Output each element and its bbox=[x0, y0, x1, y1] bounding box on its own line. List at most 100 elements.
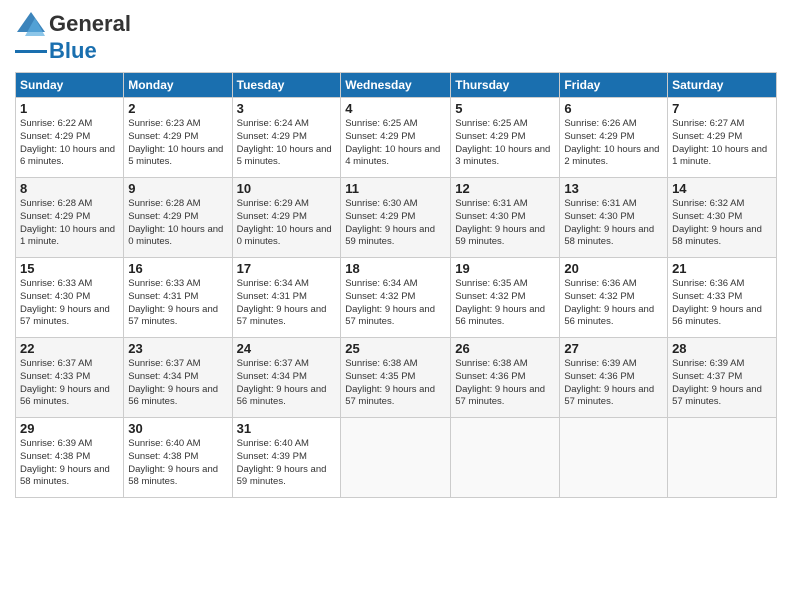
day-number: 11 bbox=[345, 181, 446, 196]
calendar-cell: 20 Sunrise: 6:36 AMSunset: 4:32 PMDaylig… bbox=[560, 258, 668, 338]
day-info: Sunrise: 6:31 AMSunset: 4:30 PMDaylight:… bbox=[564, 198, 654, 247]
day-number: 18 bbox=[345, 261, 446, 276]
calendar-header-row: SundayMondayTuesdayWednesdayThursdayFrid… bbox=[16, 73, 777, 98]
weekday-header: Sunday bbox=[16, 73, 124, 98]
day-number: 1 bbox=[20, 101, 119, 116]
calendar-cell: 25 Sunrise: 6:38 AMSunset: 4:35 PMDaylig… bbox=[341, 338, 451, 418]
day-info: Sunrise: 6:40 AMSunset: 4:39 PMDaylight:… bbox=[237, 438, 327, 487]
calendar-cell: 11 Sunrise: 6:30 AMSunset: 4:29 PMDaylig… bbox=[341, 178, 451, 258]
day-number: 4 bbox=[345, 101, 446, 116]
calendar-cell: 23 Sunrise: 6:37 AMSunset: 4:34 PMDaylig… bbox=[124, 338, 232, 418]
header: General Blue bbox=[15, 10, 777, 64]
calendar-week-row: 29 Sunrise: 6:39 AMSunset: 4:38 PMDaylig… bbox=[16, 418, 777, 498]
day-info: Sunrise: 6:34 AMSunset: 4:31 PMDaylight:… bbox=[237, 278, 327, 327]
day-number: 2 bbox=[128, 101, 227, 116]
day-number: 17 bbox=[237, 261, 337, 276]
day-number: 21 bbox=[672, 261, 772, 276]
day-info: Sunrise: 6:22 AMSunset: 4:29 PMDaylight:… bbox=[20, 118, 115, 167]
calendar-week-row: 15 Sunrise: 6:33 AMSunset: 4:30 PMDaylig… bbox=[16, 258, 777, 338]
calendar-cell: 16 Sunrise: 6:33 AMSunset: 4:31 PMDaylig… bbox=[124, 258, 232, 338]
weekday-header: Wednesday bbox=[341, 73, 451, 98]
calendar-cell: 4 Sunrise: 6:25 AMSunset: 4:29 PMDayligh… bbox=[341, 98, 451, 178]
calendar-cell: 22 Sunrise: 6:37 AMSunset: 4:33 PMDaylig… bbox=[16, 338, 124, 418]
calendar-cell: 19 Sunrise: 6:35 AMSunset: 4:32 PMDaylig… bbox=[451, 258, 560, 338]
calendar-cell: 1 Sunrise: 6:22 AMSunset: 4:29 PMDayligh… bbox=[16, 98, 124, 178]
day-info: Sunrise: 6:23 AMSunset: 4:29 PMDaylight:… bbox=[128, 118, 223, 167]
day-info: Sunrise: 6:33 AMSunset: 4:31 PMDaylight:… bbox=[128, 278, 218, 327]
day-info: Sunrise: 6:39 AMSunset: 4:37 PMDaylight:… bbox=[672, 358, 762, 407]
day-number: 9 bbox=[128, 181, 227, 196]
calendar-cell: 15 Sunrise: 6:33 AMSunset: 4:30 PMDaylig… bbox=[16, 258, 124, 338]
logo-general: General bbox=[49, 11, 131, 37]
day-number: 8 bbox=[20, 181, 119, 196]
day-info: Sunrise: 6:29 AMSunset: 4:29 PMDaylight:… bbox=[237, 198, 332, 247]
calendar-cell: 8 Sunrise: 6:28 AMSunset: 4:29 PMDayligh… bbox=[16, 178, 124, 258]
day-number: 19 bbox=[455, 261, 555, 276]
day-info: Sunrise: 6:25 AMSunset: 4:29 PMDaylight:… bbox=[455, 118, 550, 167]
calendar-cell: 18 Sunrise: 6:34 AMSunset: 4:32 PMDaylig… bbox=[341, 258, 451, 338]
weekday-header: Thursday bbox=[451, 73, 560, 98]
calendar-cell bbox=[668, 418, 777, 498]
calendar-cell bbox=[560, 418, 668, 498]
day-number: 5 bbox=[455, 101, 555, 116]
day-info: Sunrise: 6:30 AMSunset: 4:29 PMDaylight:… bbox=[345, 198, 435, 247]
calendar-cell bbox=[341, 418, 451, 498]
day-number: 14 bbox=[672, 181, 772, 196]
calendar-cell: 29 Sunrise: 6:39 AMSunset: 4:38 PMDaylig… bbox=[16, 418, 124, 498]
calendar-cell: 17 Sunrise: 6:34 AMSunset: 4:31 PMDaylig… bbox=[232, 258, 341, 338]
calendar-week-row: 8 Sunrise: 6:28 AMSunset: 4:29 PMDayligh… bbox=[16, 178, 777, 258]
calendar-cell: 26 Sunrise: 6:38 AMSunset: 4:36 PMDaylig… bbox=[451, 338, 560, 418]
calendar-cell: 31 Sunrise: 6:40 AMSunset: 4:39 PMDaylig… bbox=[232, 418, 341, 498]
day-number: 20 bbox=[564, 261, 663, 276]
day-info: Sunrise: 6:33 AMSunset: 4:30 PMDaylight:… bbox=[20, 278, 110, 327]
day-info: Sunrise: 6:40 AMSunset: 4:38 PMDaylight:… bbox=[128, 438, 218, 487]
day-number: 7 bbox=[672, 101, 772, 116]
calendar-cell: 6 Sunrise: 6:26 AMSunset: 4:29 PMDayligh… bbox=[560, 98, 668, 178]
day-info: Sunrise: 6:37 AMSunset: 4:34 PMDaylight:… bbox=[237, 358, 327, 407]
weekday-header: Friday bbox=[560, 73, 668, 98]
day-info: Sunrise: 6:32 AMSunset: 4:30 PMDaylight:… bbox=[672, 198, 762, 247]
day-number: 15 bbox=[20, 261, 119, 276]
day-info: Sunrise: 6:36 AMSunset: 4:33 PMDaylight:… bbox=[672, 278, 762, 327]
day-number: 12 bbox=[455, 181, 555, 196]
day-info: Sunrise: 6:31 AMSunset: 4:30 PMDaylight:… bbox=[455, 198, 545, 247]
calendar-cell: 9 Sunrise: 6:28 AMSunset: 4:29 PMDayligh… bbox=[124, 178, 232, 258]
calendar-week-row: 22 Sunrise: 6:37 AMSunset: 4:33 PMDaylig… bbox=[16, 338, 777, 418]
weekday-header: Saturday bbox=[668, 73, 777, 98]
day-number: 10 bbox=[237, 181, 337, 196]
weekday-header: Monday bbox=[124, 73, 232, 98]
day-number: 13 bbox=[564, 181, 663, 196]
calendar-cell: 7 Sunrise: 6:27 AMSunset: 4:29 PMDayligh… bbox=[668, 98, 777, 178]
day-info: Sunrise: 6:24 AMSunset: 4:29 PMDaylight:… bbox=[237, 118, 332, 167]
calendar-cell bbox=[451, 418, 560, 498]
day-info: Sunrise: 6:28 AMSunset: 4:29 PMDaylight:… bbox=[20, 198, 115, 247]
day-number: 27 bbox=[564, 341, 663, 356]
logo-icon bbox=[15, 10, 47, 38]
calendar-cell: 28 Sunrise: 6:39 AMSunset: 4:37 PMDaylig… bbox=[668, 338, 777, 418]
day-info: Sunrise: 6:26 AMSunset: 4:29 PMDaylight:… bbox=[564, 118, 659, 167]
calendar-cell: 27 Sunrise: 6:39 AMSunset: 4:36 PMDaylig… bbox=[560, 338, 668, 418]
day-info: Sunrise: 6:34 AMSunset: 4:32 PMDaylight:… bbox=[345, 278, 435, 327]
day-info: Sunrise: 6:38 AMSunset: 4:36 PMDaylight:… bbox=[455, 358, 545, 407]
day-info: Sunrise: 6:37 AMSunset: 4:34 PMDaylight:… bbox=[128, 358, 218, 407]
calendar-cell: 14 Sunrise: 6:32 AMSunset: 4:30 PMDaylig… bbox=[668, 178, 777, 258]
day-number: 29 bbox=[20, 421, 119, 436]
day-info: Sunrise: 6:28 AMSunset: 4:29 PMDaylight:… bbox=[128, 198, 223, 247]
calendar-cell: 21 Sunrise: 6:36 AMSunset: 4:33 PMDaylig… bbox=[668, 258, 777, 338]
day-info: Sunrise: 6:35 AMSunset: 4:32 PMDaylight:… bbox=[455, 278, 545, 327]
calendar-cell: 5 Sunrise: 6:25 AMSunset: 4:29 PMDayligh… bbox=[451, 98, 560, 178]
calendar-week-row: 1 Sunrise: 6:22 AMSunset: 4:29 PMDayligh… bbox=[16, 98, 777, 178]
logo: General Blue bbox=[15, 10, 131, 64]
day-info: Sunrise: 6:27 AMSunset: 4:29 PMDaylight:… bbox=[672, 118, 767, 167]
day-number: 24 bbox=[237, 341, 337, 356]
day-number: 30 bbox=[128, 421, 227, 436]
day-number: 25 bbox=[345, 341, 446, 356]
day-info: Sunrise: 6:36 AMSunset: 4:32 PMDaylight:… bbox=[564, 278, 654, 327]
day-info: Sunrise: 6:25 AMSunset: 4:29 PMDaylight:… bbox=[345, 118, 440, 167]
calendar-cell: 24 Sunrise: 6:37 AMSunset: 4:34 PMDaylig… bbox=[232, 338, 341, 418]
day-number: 3 bbox=[237, 101, 337, 116]
day-number: 26 bbox=[455, 341, 555, 356]
day-number: 23 bbox=[128, 341, 227, 356]
day-info: Sunrise: 6:37 AMSunset: 4:33 PMDaylight:… bbox=[20, 358, 110, 407]
calendar: SundayMondayTuesdayWednesdayThursdayFrid… bbox=[15, 72, 777, 498]
